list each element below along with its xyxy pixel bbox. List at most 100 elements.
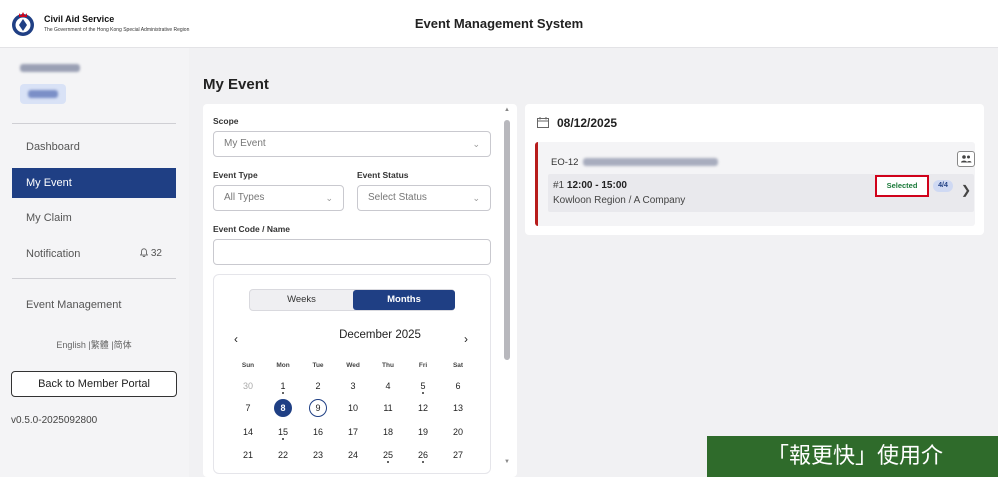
top-bar: Civil Aid Service The Government of the …	[0, 0, 998, 48]
team-members-button[interactable]	[957, 151, 975, 167]
calendar-day[interactable]: 7	[233, 399, 263, 417]
event-date-heading: 08/12/2025	[557, 116, 618, 130]
calendar-day[interactable]: 23	[303, 446, 333, 464]
calendar-day-with-event[interactable]: 26	[408, 446, 438, 464]
day-number: 15	[277, 427, 288, 437]
calendar-day[interactable]: 21	[233, 446, 263, 464]
sidebar-item-notification[interactable]: Notification 32	[12, 239, 176, 269]
weekday-label: Sun	[241, 362, 255, 369]
sidebar-divider	[12, 123, 176, 124]
event-code: EO-12	[551, 157, 579, 168]
calendar-icon	[537, 117, 549, 128]
event-dot	[387, 461, 389, 463]
event-status-select[interactable]: Select Status ⌄	[357, 185, 491, 211]
session-time-range: 12:00 - 15:00	[566, 180, 627, 191]
calendar-day[interactable]: 2	[303, 377, 333, 395]
calendar-day[interactable]: 17	[338, 423, 368, 441]
event-status-label: Event Status	[357, 170, 409, 180]
session-location: Kowloon Region / A Company	[553, 195, 686, 206]
people-icon	[961, 155, 972, 163]
calendar-day[interactable]: 3	[338, 377, 368, 395]
scope-label: Scope	[213, 116, 239, 126]
language-switcher: English |繁體 |简体	[12, 338, 176, 351]
sidebar-item-dashboard[interactable]: Dashboard	[12, 132, 176, 162]
lang-simplified-chinese[interactable]: 简体	[114, 340, 132, 350]
calendar-day[interactable]: 30	[233, 377, 263, 395]
calendar-day[interactable]: 11	[373, 399, 403, 417]
calendar-day-today[interactable]: 9	[303, 399, 333, 417]
scroll-down-arrow-icon[interactable]: ▼	[504, 459, 510, 465]
scope-select[interactable]: My Event ⌄	[213, 131, 491, 157]
sidebar-item-label: Notification	[26, 248, 81, 260]
calendar-day[interactable]: 16	[303, 423, 333, 441]
event-code-input[interactable]	[213, 239, 491, 265]
app-title: Event Management System	[414, 16, 584, 31]
sidebar-item-event-management[interactable]: Event Management	[12, 290, 176, 320]
event-code-label: Event Code / Name	[213, 224, 290, 234]
overlay-caption-banner: 「報更快」使用介	[707, 436, 998, 477]
sidebar-divider	[12, 278, 176, 279]
weekday-label: Sat	[452, 362, 464, 369]
session-number: #1	[553, 180, 565, 191]
calendar-day-with-event[interactable]: 15	[268, 423, 298, 441]
lang-traditional-chinese[interactable]: 繁體	[91, 340, 109, 350]
weekday-label: Tue	[312, 362, 324, 369]
user-name-redacted	[20, 64, 80, 72]
calendar-day-with-event[interactable]: 25	[373, 446, 403, 464]
event-dot	[422, 461, 424, 463]
day-number: 1	[280, 381, 286, 391]
sidebar-item-my-claim[interactable]: My Claim	[12, 203, 176, 233]
chevron-right-icon[interactable]: ❯	[961, 183, 971, 197]
day-number: 25	[382, 450, 393, 460]
calendar-day[interactable]: 6	[443, 377, 473, 395]
event-dot	[282, 438, 284, 440]
calendar-day[interactable]: 10	[338, 399, 368, 417]
calendar-month-title: December 2025	[339, 329, 421, 341]
weekday-label: Mon	[276, 362, 290, 369]
scope-value: My Event	[224, 138, 266, 149]
event-name-redacted	[583, 158, 718, 166]
notification-count: 32	[139, 239, 162, 269]
calendar-day[interactable]: 4	[373, 377, 403, 395]
prev-month-chevron-icon[interactable]: ‹	[234, 332, 238, 346]
calendar-day[interactable]: 22	[268, 446, 298, 464]
months-toggle-button[interactable]: Months	[353, 290, 455, 310]
bell-icon	[139, 248, 149, 257]
user-role-badge	[20, 84, 66, 104]
sidebar-item-my-event[interactable]: My Event	[12, 168, 176, 198]
calendar-day[interactable]: 18	[373, 423, 403, 441]
event-dot	[422, 392, 424, 394]
scrollbar-thumb[interactable]	[504, 120, 510, 360]
calendar-day[interactable]: 19	[408, 423, 438, 441]
weeks-toggle-button[interactable]: Weeks	[250, 290, 353, 310]
calendar-day-with-event[interactable]: 5	[408, 377, 438, 395]
chevron-down-icon: ⌄	[472, 193, 480, 203]
user-role-redacted	[28, 90, 58, 98]
weekday-label: Fri	[418, 362, 428, 369]
chevron-down-icon: ⌄	[325, 193, 333, 203]
event-status-placeholder: Select Status	[368, 192, 427, 203]
quota-badge: 4/4	[933, 180, 953, 192]
calendar-day-with-event[interactable]: 1	[268, 377, 298, 395]
session-time: #1 12:00 - 15:00	[553, 180, 627, 191]
calendar-day[interactable]: 13	[443, 399, 473, 417]
day-number: 26	[417, 450, 428, 460]
page-title: My Event	[203, 76, 269, 93]
day-number: 5	[420, 381, 426, 391]
calendar-day[interactable]: 20	[443, 423, 473, 441]
next-month-chevron-icon[interactable]: ›	[464, 332, 468, 346]
calendar-day[interactable]: 24	[338, 446, 368, 464]
event-type-select[interactable]: All Types ⌄	[213, 185, 344, 211]
back-to-member-portal-button[interactable]: Back to Member Portal	[11, 371, 177, 397]
calendar-day[interactable]: 14	[233, 423, 263, 441]
calendar-day[interactable]: 27	[443, 446, 473, 464]
notification-count-value: 32	[150, 248, 162, 259]
event-dot	[282, 392, 284, 394]
lang-english[interactable]: English	[56, 340, 86, 350]
scroll-up-arrow-icon[interactable]: ▲	[504, 107, 510, 113]
calendar-day[interactable]: 12	[408, 399, 438, 417]
weekday-label: Wed	[346, 362, 360, 369]
weekday-label: Thu	[382, 362, 394, 369]
event-type-label: Event Type	[213, 170, 258, 180]
calendar-day-selected[interactable]: 8	[268, 399, 298, 417]
